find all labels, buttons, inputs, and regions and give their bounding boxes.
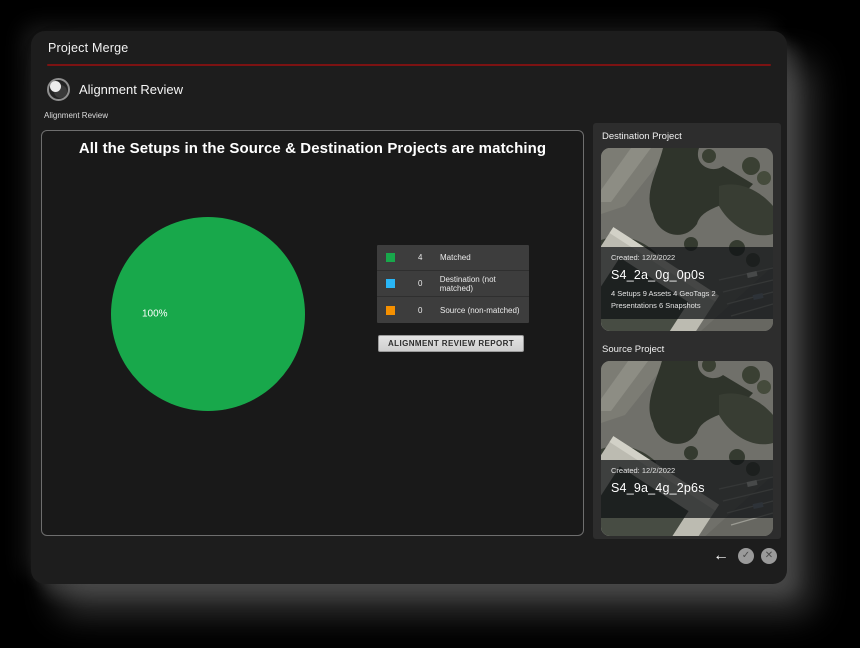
dialog-title: Project Merge — [48, 41, 770, 55]
source-project-card[interactable]: Created: 12/2/2022 S4_9a_4g_2p6s — [601, 361, 773, 536]
legend-item-source: 0 Source (non-matched) — [377, 297, 529, 323]
projects-sidebar: Destination Project — [593, 123, 781, 539]
step-header: Alignment Review — [47, 78, 787, 101]
alignment-review-icon — [47, 78, 70, 101]
destination-created-date: Created: 12/2/2022 — [611, 253, 763, 262]
confirm-icon[interactable]: ✓ — [738, 548, 754, 564]
back-arrow-icon[interactable]: ← — [711, 548, 731, 564]
destination-color-swatch — [386, 279, 395, 288]
section-label: Alignment Review — [44, 111, 787, 120]
source-color-swatch — [386, 306, 395, 315]
destination-project-name: S4_2a_0g_0p0s — [611, 268, 763, 282]
pie-percentage-label: 100% — [142, 309, 168, 320]
content-row: All the Setups in the Source & Destinati… — [41, 123, 781, 539]
sidebar-spacer — [601, 331, 773, 342]
matched-color-swatch — [386, 253, 395, 262]
destination-project-stats: 4 Setups 9 Assets 4 GeoTags 2 Presentati… — [611, 288, 763, 311]
close-icon[interactable]: ✕ — [761, 548, 777, 564]
destination-card-overlay: Created: 12/2/2022 S4_2a_0g_0p0s 4 Setup… — [601, 247, 773, 319]
project-merge-dialog: Project Merge Alignment Review Alignment… — [31, 31, 787, 584]
step-title: Alignment Review — [79, 82, 183, 97]
source-project-name: S4_9a_4g_2p6s — [611, 481, 763, 495]
source-project-label: Source Project — [602, 344, 773, 355]
legend-item-destination: 0 Destination (not matched) — [377, 271, 529, 297]
destination-count: 0 — [418, 279, 430, 288]
footer-actions: ← ✓ ✕ — [711, 548, 777, 564]
matched-label: Matched — [440, 253, 471, 262]
legend-item-matched: 4 Matched — [377, 245, 529, 271]
alignment-review-report-button[interactable]: ALIGNMENT REVIEW REPORT — [378, 335, 524, 352]
alignment-result-heading: All the Setups in the Source & Destinati… — [42, 131, 583, 157]
alignment-review-panel: All the Setups in the Source & Destinati… — [41, 130, 584, 536]
destination-project-card[interactable]: Created: 12/2/2022 S4_2a_0g_0p0s 4 Setup… — [601, 148, 773, 331]
source-label: Source (non-matched) — [440, 306, 520, 315]
alignment-pie-chart: 100% — [111, 217, 305, 411]
matched-count: 4 — [418, 253, 430, 262]
accent-divider — [47, 64, 771, 66]
chart-legend: 4 Matched 0 Destination (not matched) 0 … — [377, 245, 529, 323]
destination-project-label: Destination Project — [602, 131, 773, 142]
destination-label: Destination (not matched) — [440, 275, 529, 293]
source-card-overlay: Created: 12/2/2022 S4_9a_4g_2p6s — [601, 460, 773, 518]
source-created-date: Created: 12/2/2022 — [611, 466, 763, 475]
source-count: 0 — [418, 306, 430, 315]
